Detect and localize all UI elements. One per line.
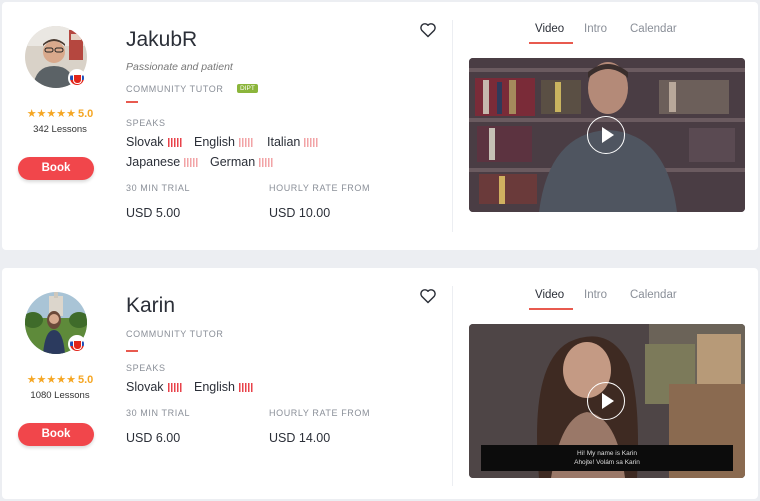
book-button[interactable]: Book [18,157,94,180]
proficiency-bars-icon [184,158,200,167]
hourly-rate: USD 10.00 [269,206,331,220]
intro-video[interactable] [469,58,745,212]
tab-intro[interactable]: Intro [584,23,607,35]
proficiency-bars-icon [167,383,183,392]
rate-label: HOURLY RATE FROM [269,408,371,418]
proficiency-bars-icon [259,158,275,167]
tutor-role: COMMUNITY TUTOR [126,329,224,339]
language-item: English [194,135,254,149]
trial-price: USD 5.00 [126,206,181,220]
hourly-rate: USD 14.00 [269,431,331,445]
slovakia-flag-icon [68,335,86,353]
rate-label: HOURLY RATE FROM [269,183,371,193]
tutor-tagline: Passionate and patient [126,61,233,73]
tab-video[interactable]: Video [535,23,564,35]
language-item: German [210,155,275,169]
proficiency-bars-icon [167,138,183,147]
rating: ★★★★★ 5.0 [15,107,105,120]
active-tab-indicator [529,308,573,310]
card-divider [452,286,453,486]
speaks-label: SPEAKS [126,363,166,373]
trial-label: 30 MIN TRIAL [126,183,191,193]
tutor-name[interactable]: Karin [126,294,175,318]
proficiency-bars-icon [239,383,254,392]
active-tab-indicator [529,42,573,44]
rating-value: 5.0 [78,108,94,120]
tutor-name[interactable]: JakubR [126,28,197,52]
language-item: Japanese [126,155,200,169]
card-divider [452,20,453,232]
slovakia-flag-icon [68,69,86,87]
language-item: Slovak [126,380,183,394]
tab-video[interactable]: Video [535,289,564,301]
subtitle-line: Hi! My name is Karin [577,450,637,457]
lesson-count: 1080 Lessons [30,390,90,401]
divider-accent [126,101,138,103]
video-subtitles: Hi! My name is Karin Ahojte! Volám sa Ka… [481,445,733,471]
tutor-card: ★★★★★ 5.0 1080 Lessons Book Karin COMMUNI… [2,268,758,499]
proficiency-bars-icon [239,138,254,147]
divider-accent [126,350,138,352]
play-icon[interactable] [587,116,625,154]
language-item: Slovak [126,135,183,149]
tab-intro[interactable]: Intro [584,289,607,301]
language-item: English [194,380,254,394]
tutor-role: COMMUNITY TUTOR [126,84,224,94]
subtitle-line: Ahojte! Volám sa Karin [574,459,640,466]
tab-calendar[interactable]: Calendar [630,289,677,301]
speaks-label: SPEAKS [126,118,166,128]
certification-badge: DIPT [237,84,258,93]
language-item: Italian [267,135,320,149]
play-icon[interactable] [587,382,625,420]
intro-video[interactable]: Hi! My name is Karin Ahojte! Volám sa Ka… [469,324,745,478]
proficiency-bars-icon [304,138,320,147]
tutor-card: ★★★★★ 5.0 342 Lessons Book JakubR Passion… [2,2,758,250]
trial-label: 30 MIN TRIAL [126,408,191,418]
star-icon: ★★★★★ [26,374,76,386]
lesson-count: 342 Lessons [33,124,87,135]
favorite-heart-icon[interactable] [419,288,437,304]
tab-calendar[interactable]: Calendar [630,23,677,35]
trial-price: USD 6.00 [126,431,181,445]
star-icon: ★★★★★ [26,108,76,120]
favorite-heart-icon[interactable] [419,22,437,38]
book-button[interactable]: Book [18,423,94,446]
rating: ★★★★★ 5.0 [15,373,105,386]
rating-value: 5.0 [78,374,94,386]
